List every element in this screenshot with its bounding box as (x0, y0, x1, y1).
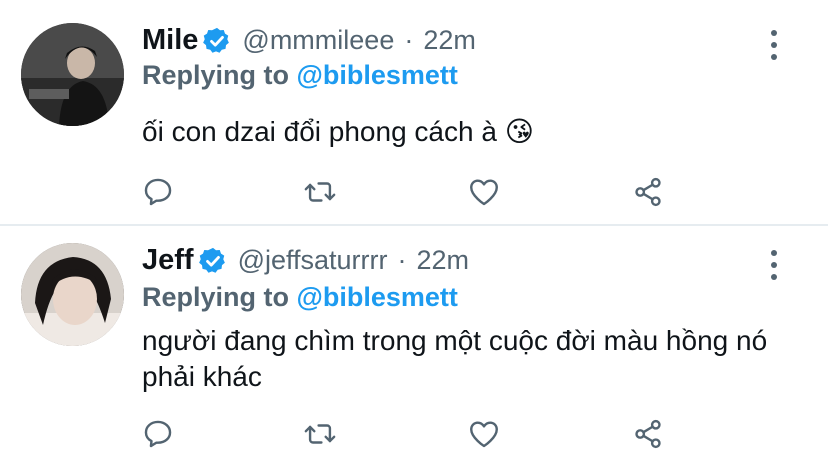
user-handle[interactable]: @jeffsaturrrr (238, 245, 388, 276)
share-icon (635, 419, 661, 449)
retweet-icon (304, 182, 336, 202)
tweet-actions (0, 414, 828, 454)
share-button[interactable] (628, 414, 668, 454)
share-button[interactable] (628, 172, 668, 212)
avatar-photo (21, 243, 124, 346)
retweet-button[interactable] (300, 172, 340, 212)
like-button[interactable] (464, 414, 504, 454)
like-icon (470, 421, 498, 448)
reply-button[interactable] (138, 172, 178, 212)
user-handle[interactable]: @mmmileee (242, 25, 394, 56)
reply-mention-link[interactable]: @biblesmett (297, 282, 458, 312)
separator-dot: · (397, 245, 407, 275)
retweet-icon (304, 424, 336, 444)
like-icon (470, 179, 498, 206)
tweet-header: Mile @mmmileee · 22m (142, 24, 476, 57)
replying-to-label: Replying to (142, 60, 289, 90)
display-name[interactable]: Jeff (142, 244, 194, 277)
more-options-icon[interactable] (760, 250, 788, 280)
tweet-text: người đang chìm trong một cuộc đời màu h… (142, 325, 768, 392)
tweet[interactable]: Mile @mmmileee · 22m Replying to @bibles… (0, 0, 828, 224)
timestamp[interactable]: 22m (423, 25, 476, 56)
share-icon (635, 177, 661, 207)
reply-icon (144, 178, 172, 206)
replying-to: Replying to @biblesmett (142, 60, 458, 91)
like-button[interactable] (464, 172, 504, 212)
reply-icon (144, 420, 172, 448)
replying-to-label: Replying to (142, 282, 289, 312)
retweet-button[interactable] (300, 414, 340, 454)
tweet[interactable]: Jeff @jeffsaturrrr · 22m Replying to @bi… (0, 226, 828, 461)
tweet-text: ối con dzai đổi phong cách à 😘 (142, 116, 534, 147)
verified-badge-icon (203, 27, 230, 53)
avatar[interactable] (21, 23, 124, 126)
tweet-header: Jeff @jeffsaturrrr · 22m (142, 244, 469, 277)
verified-badge-icon (198, 247, 225, 273)
tweet-actions (0, 172, 828, 212)
replying-to: Replying to @biblesmett (142, 282, 458, 313)
avatar[interactable] (21, 243, 124, 346)
reply-button[interactable] (138, 414, 178, 454)
avatar-photo (21, 23, 124, 126)
timestamp[interactable]: 22m (417, 245, 470, 276)
more-options-icon[interactable] (760, 30, 788, 60)
reply-mention-link[interactable]: @biblesmett (297, 60, 458, 90)
display-name[interactable]: Mile (142, 24, 198, 57)
separator-dot: · (404, 25, 414, 55)
